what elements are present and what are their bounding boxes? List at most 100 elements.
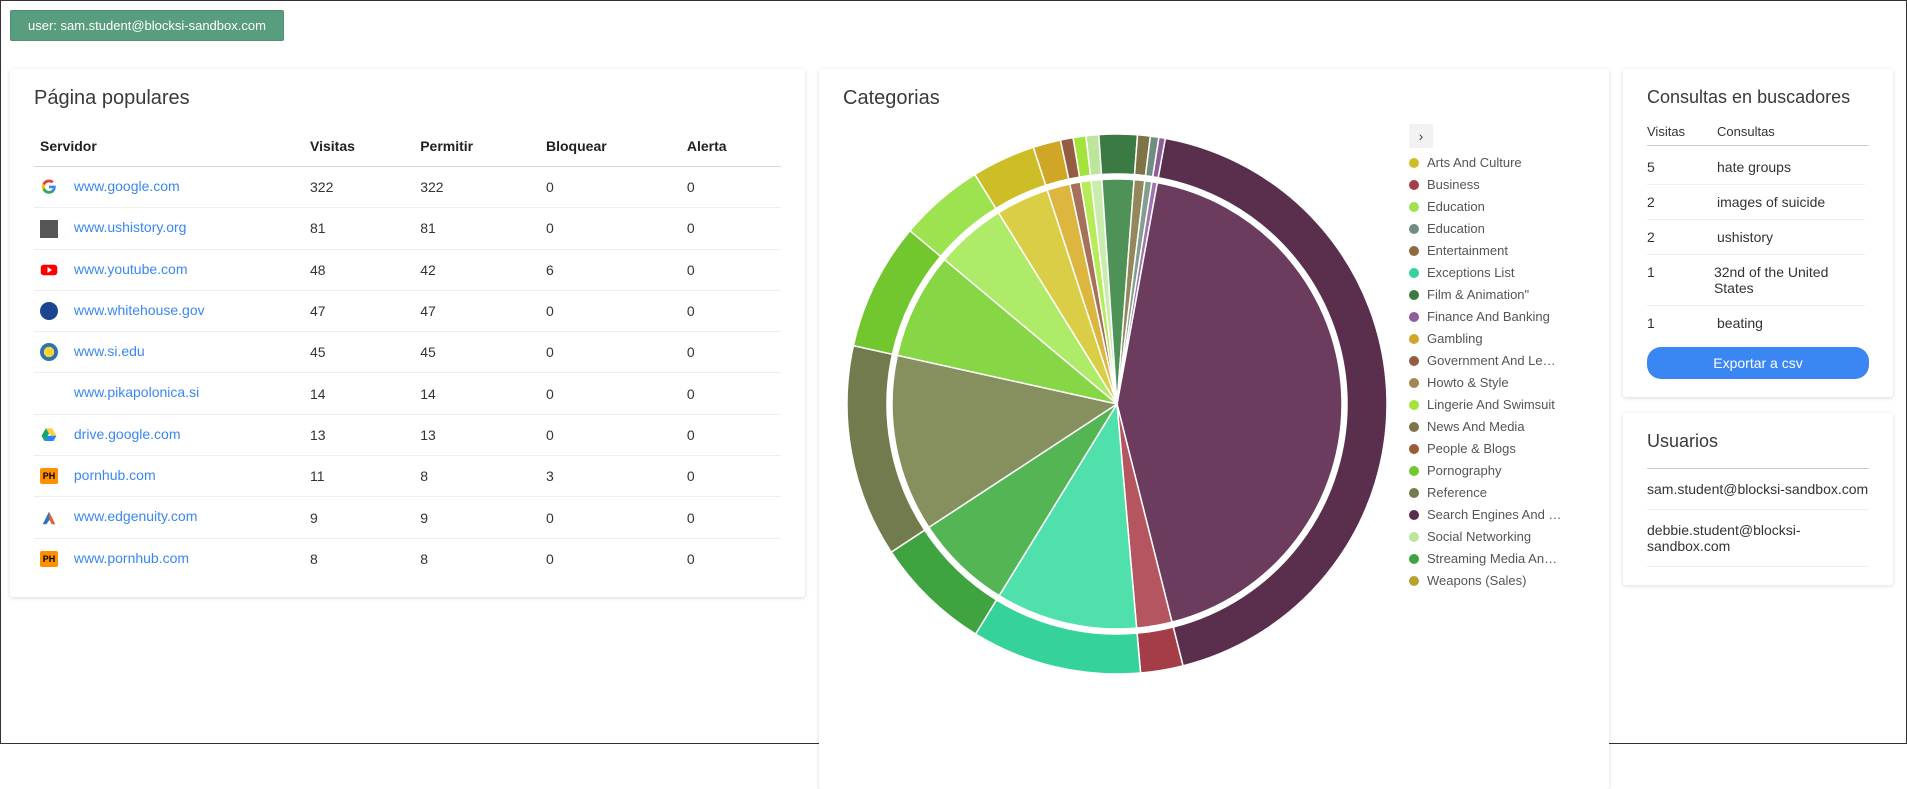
legend-dot-icon <box>1409 290 1419 300</box>
legend-item[interactable]: Arts And Culture <box>1409 152 1569 174</box>
legend-label: Gambling <box>1427 328 1483 350</box>
col-alert[interactable]: Alerta <box>681 126 781 167</box>
legend-dot-icon <box>1409 422 1419 432</box>
legend-item[interactable]: Film & Animation" <box>1409 284 1569 306</box>
legend-dot-icon <box>1409 466 1419 476</box>
legend-item[interactable]: Weapons (Sales) <box>1409 570 1569 592</box>
legend-item[interactable]: Lingerie And Swimsuit <box>1409 394 1569 416</box>
legend-item[interactable]: Pornography <box>1409 460 1569 482</box>
cell-allow: 81 <box>414 208 540 249</box>
legend-item[interactable]: News And Media <box>1409 416 1569 438</box>
cell-allow: 47 <box>414 290 540 331</box>
table-row[interactable]: www.edgenuity.com 9 9 0 0 <box>34 497 781 538</box>
legend-item[interactable]: Howto & Style <box>1409 372 1569 394</box>
domain-link[interactable]: www.ushistory.org <box>74 219 187 235</box>
col-visits[interactable]: Visitas <box>304 126 414 167</box>
cell-block: 0 <box>540 538 681 579</box>
legend-item[interactable]: Entertainment <box>1409 240 1569 262</box>
legend-item[interactable]: People & Blogs <box>1409 438 1569 460</box>
category-pie-chart[interactable] <box>837 124 1397 684</box>
col-server[interactable]: Servidor <box>34 126 304 167</box>
legend-dot-icon <box>1409 554 1419 564</box>
legend-dot-icon <box>1409 180 1419 190</box>
cell-block: 0 <box>540 373 681 414</box>
chevron-right-icon: › <box>1419 128 1424 144</box>
export-csv-button[interactable]: Exportar a csv <box>1647 347 1869 379</box>
table-row[interactable]: www.pikapolonica.si 14 14 0 0 <box>34 373 781 414</box>
table-row[interactable]: www.si.edu 45 45 0 0 <box>34 332 781 373</box>
legend-label: Arts And Culture <box>1427 152 1522 174</box>
legend-dot-icon <box>1409 576 1419 586</box>
domain-link[interactable]: www.whitehouse.gov <box>74 302 205 318</box>
search-queries-body[interactable]: 5 hate groups2 images of suicide2 ushist… <box>1647 150 1869 335</box>
search-query-row[interactable]: 2 images of suicide <box>1647 185 1865 220</box>
cell-visits: 48 <box>304 249 414 290</box>
cell-alert: 0 <box>681 290 781 331</box>
col-allow[interactable]: Permitir <box>414 126 540 167</box>
legend-item[interactable]: Gambling <box>1409 328 1569 350</box>
legend-item[interactable]: Reference <box>1409 482 1569 504</box>
legend-next-button[interactable]: › <box>1409 124 1433 148</box>
domain-link[interactable]: www.si.edu <box>74 343 145 359</box>
favicon-icon <box>40 426 58 444</box>
legend-label: Lingerie And Swimsuit <box>1427 394 1555 416</box>
table-row[interactable]: www.google.com 322 322 0 0 <box>34 167 781 208</box>
legend-item[interactable]: Education <box>1409 218 1569 240</box>
favicon-icon <box>40 302 58 320</box>
cell-alert: 0 <box>681 167 781 208</box>
cell-allow: 9 <box>414 497 540 538</box>
legend-label: Social Networking <box>1427 526 1531 548</box>
legend-item[interactable]: Streaming Media An… <box>1409 548 1569 570</box>
table-row[interactable]: www.youtube.com 48 42 6 0 <box>34 249 781 290</box>
search-query-row[interactable]: 2 ushistory <box>1647 220 1865 255</box>
legend-label: Education <box>1427 196 1485 218</box>
cell-visits: 8 <box>304 538 414 579</box>
pie-slice[interactable] <box>1099 134 1138 175</box>
right-column: Consultas en buscadores Visitas Consulta… <box>1623 69 1893 585</box>
table-row[interactable]: www.ushistory.org 81 81 0 0 <box>34 208 781 249</box>
legend-item[interactable]: Government And Le… <box>1409 350 1569 372</box>
legend-item[interactable]: Search Engines And … <box>1409 504 1569 526</box>
domain-link[interactable]: drive.google.com <box>74 426 181 442</box>
legend-item[interactable]: Exceptions List <box>1409 262 1569 284</box>
domain-link[interactable]: www.pornhub.com <box>74 550 189 566</box>
domain-link[interactable]: www.google.com <box>74 178 180 194</box>
legend-item[interactable]: Business <box>1409 174 1569 196</box>
cell-block: 0 <box>540 332 681 373</box>
legend-dot-icon <box>1409 312 1419 322</box>
col-block[interactable]: Bloquear <box>540 126 681 167</box>
table-row[interactable]: PH pornhub.com 11 8 3 0 <box>34 456 781 497</box>
search-query-row[interactable]: 1 beating <box>1647 306 1865 335</box>
legend-item[interactable]: Education <box>1409 196 1569 218</box>
legend-dot-icon <box>1409 356 1419 366</box>
favicon-icon <box>40 220 58 238</box>
favicon-icon: PH <box>40 550 58 568</box>
cell-block: 0 <box>540 290 681 331</box>
cell-visits: 322 <box>304 167 414 208</box>
legend-item[interactable]: Finance And Banking <box>1409 306 1569 328</box>
legend-label: Search Engines And … <box>1427 504 1561 526</box>
search-query-row[interactable]: 5 hate groups <box>1647 150 1865 185</box>
legend-label: Weapons (Sales) <box>1427 570 1526 592</box>
domain-link[interactable]: pornhub.com <box>74 467 156 483</box>
domain-link[interactable]: www.youtube.com <box>74 261 188 277</box>
query-text: beating <box>1717 315 1763 331</box>
legend-item[interactable]: Social Networking <box>1409 526 1569 548</box>
legend-dot-icon <box>1409 334 1419 344</box>
search-query-row[interactable]: 1 32nd of the United States <box>1647 255 1865 306</box>
legend-dot-icon <box>1409 378 1419 388</box>
favicon-icon <box>40 178 58 196</box>
legend-dot-icon <box>1409 202 1419 212</box>
legend: › Arts And Culture Business Education Ed… <box>1409 124 1599 592</box>
legend-label: Education <box>1427 218 1485 240</box>
cell-alert: 0 <box>681 332 781 373</box>
user-row[interactable]: sam.student@blocksi-sandbox.com <box>1647 468 1869 510</box>
table-row[interactable]: PH www.pornhub.com 8 8 0 0 <box>34 538 781 579</box>
domain-link[interactable]: www.pikapolonica.si <box>74 384 199 400</box>
categories-card: Categorias › Arts And Culture Business E… <box>819 69 1609 789</box>
domain-link[interactable]: www.edgenuity.com <box>74 508 197 524</box>
user-row[interactable]: debbie.student@blocksi-sandbox.com <box>1647 510 1869 567</box>
table-row[interactable]: drive.google.com 13 13 0 0 <box>34 414 781 455</box>
table-row[interactable]: www.whitehouse.gov 47 47 0 0 <box>34 290 781 331</box>
legend-label: Entertainment <box>1427 240 1508 262</box>
